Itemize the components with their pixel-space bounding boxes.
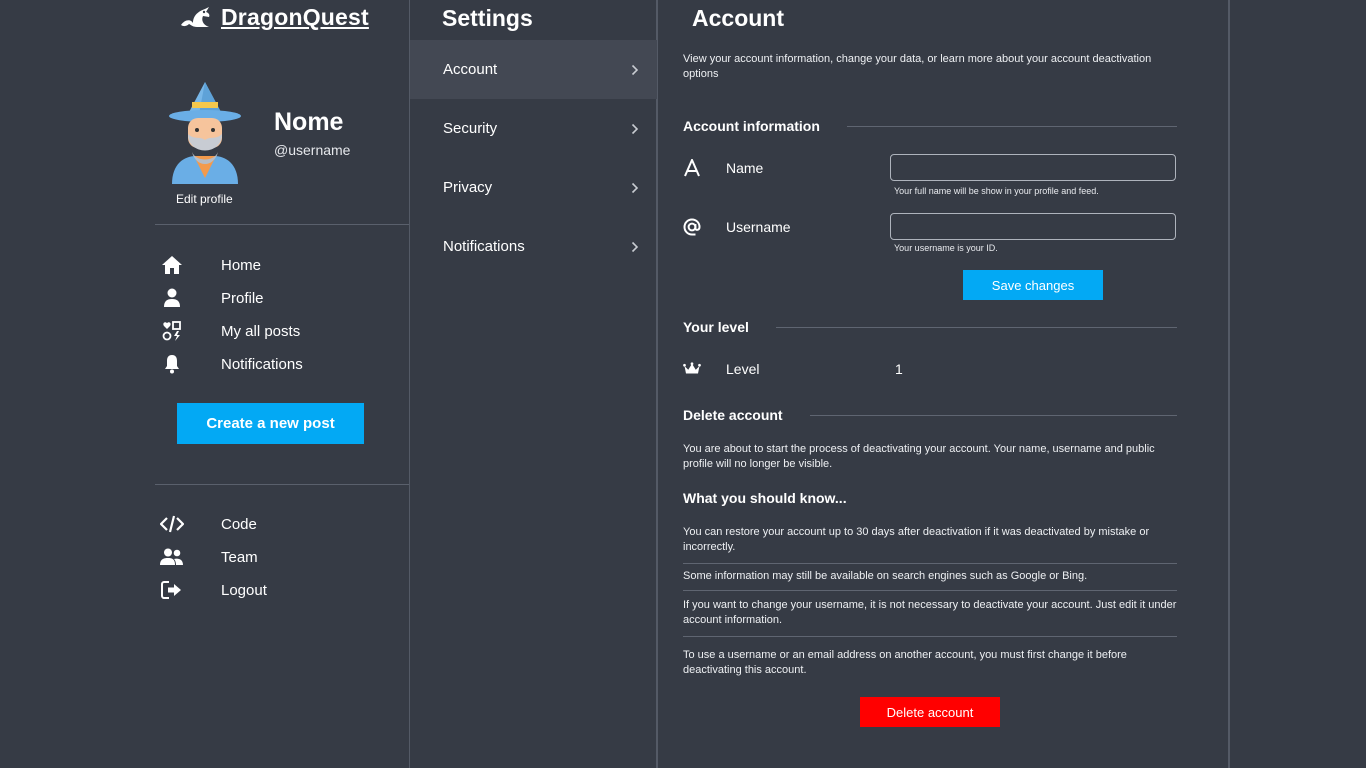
home-icon (156, 255, 188, 275)
name-label: Name (726, 160, 764, 176)
logout-icon (156, 580, 188, 600)
nav-item-profile[interactable]: Profile (155, 284, 409, 312)
section-heading-delete: Delete account (683, 407, 1177, 423)
settings-menu: Settings Account Security Privacy Notifi… (410, 0, 658, 768)
nav-item-label: Logout (221, 581, 267, 599)
user-icon (156, 288, 188, 308)
nav-item-label: Home (221, 256, 262, 274)
username-row: Username (683, 217, 791, 237)
divider (683, 563, 1177, 564)
posts-icon (156, 321, 188, 341)
know-title: What you should know... (683, 490, 847, 506)
left-sidebar: DragonQuest Nome @username Edit profile … (155, 0, 410, 768)
divider (683, 636, 1177, 637)
know-item: Some information may still be available … (683, 570, 1088, 582)
edit-profile-link[interactable]: Edit profile (176, 192, 233, 206)
nav-item-home[interactable]: Home (155, 251, 409, 279)
delete-account-button[interactable]: Delete account (860, 697, 1000, 727)
delete-description: You are about to start the process of de… (683, 443, 1155, 470)
nav-item-notifications[interactable]: Notifications (155, 350, 409, 378)
settings-title: Settings (442, 5, 533, 31)
section-title: Your level (683, 319, 749, 335)
chevron-right-icon (631, 64, 639, 76)
team-icon (156, 548, 188, 566)
nav-item-code[interactable]: Code (155, 510, 409, 538)
level-row: Level (683, 359, 759, 379)
username-hint: Your username is your ID. (894, 243, 998, 253)
at-sign-icon (683, 218, 701, 236)
username-label: Username (726, 219, 791, 235)
brand-name[interactable]: DragonQuest (221, 4, 369, 31)
nav-item-my-posts[interactable]: My all posts (155, 317, 409, 345)
nav-item-label: Notifications (221, 355, 303, 373)
profile-username: @username (274, 142, 351, 158)
settings-item-label: Privacy (443, 179, 493, 196)
font-letter-icon (683, 159, 701, 177)
name-row: Name (683, 158, 763, 178)
chevron-right-icon (631, 241, 639, 253)
section-rule (775, 326, 1177, 328)
section-title: Delete account (683, 407, 783, 423)
divider (155, 484, 409, 485)
save-changes-button[interactable]: Save changes (963, 270, 1103, 300)
section-title: Account information (683, 118, 820, 134)
nav-item-label: My all posts (221, 322, 301, 340)
nav-item-logout[interactable]: Logout (155, 576, 409, 604)
section-heading-level: Your level (683, 319, 1177, 335)
profile-name: Nome (274, 108, 344, 136)
nav-item-label: Team (221, 548, 258, 566)
level-value: 1 (895, 361, 903, 377)
divider (683, 590, 1177, 591)
settings-item-privacy[interactable]: Privacy (410, 158, 657, 217)
section-heading-account-info: Account information (683, 118, 1177, 134)
settings-item-account[interactable]: Account (410, 40, 657, 99)
code-icon (156, 515, 188, 533)
chevron-right-icon (631, 182, 639, 194)
account-description: View your account information, change yo… (683, 53, 1152, 80)
section-rule (809, 414, 1177, 416)
crown-icon (683, 360, 701, 378)
nav-item-label: Code (221, 515, 257, 533)
username-input[interactable] (890, 213, 1176, 240)
divider (155, 224, 409, 225)
section-rule (846, 125, 1177, 127)
nav-item-team[interactable]: Team (155, 543, 409, 571)
page-title: Account (692, 5, 784, 31)
settings-item-label: Notifications (443, 238, 525, 255)
know-item: To use a username or an email address on… (683, 649, 1127, 676)
know-item: If you want to change your username, it … (683, 599, 1177, 626)
bell-icon (156, 354, 188, 374)
chevron-right-icon (631, 123, 639, 135)
name-input[interactable] (890, 154, 1176, 181)
nav-item-label: Profile (221, 289, 264, 307)
settings-item-label: Account (443, 61, 498, 78)
settings-item-security[interactable]: Security (410, 99, 657, 158)
avatar[interactable] (166, 80, 244, 184)
name-hint: Your full name will be show in your prof… (894, 186, 1099, 196)
level-label: Level (726, 361, 760, 377)
settings-item-label: Security (443, 120, 498, 137)
create-post-button[interactable]: Create a new post (177, 403, 364, 444)
brand[interactable]: DragonQuest (179, 4, 369, 31)
dragon-logo-icon (179, 5, 211, 31)
account-panel: Account View your account information, c… (658, 0, 1230, 768)
know-item: You can restore your account up to 30 da… (683, 526, 1150, 553)
settings-item-notifications[interactable]: Notifications (410, 217, 657, 276)
